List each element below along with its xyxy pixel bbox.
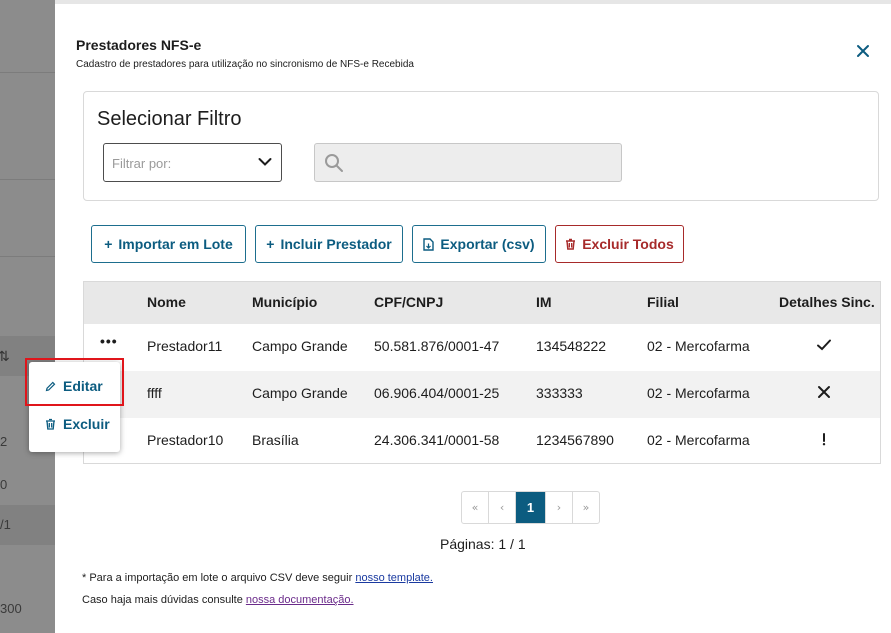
last-page-button[interactable]: » xyxy=(573,492,599,523)
table-header: Nome Município CPF/CNPJ IM Filial Detalh… xyxy=(84,282,880,324)
panel-title: Prestadores NFS-e xyxy=(76,37,202,53)
background-divider xyxy=(0,72,55,73)
background-cell: 300 xyxy=(0,601,22,616)
trash-icon xyxy=(566,238,576,250)
footer-note-docs-text: Caso haja mais dúvidas consulte xyxy=(82,594,243,606)
filter-section: Selecionar Filtro Filtrar por: xyxy=(83,91,879,201)
edit-menu-item[interactable]: Editar xyxy=(29,368,120,404)
pages-summary: Páginas: 1 / 1 xyxy=(440,536,526,552)
footer-note-template-text: * Para a importação em lote o arquivo CS… xyxy=(82,572,353,584)
include-provider-button[interactable]: + Incluir Prestador xyxy=(255,225,403,263)
file-export-icon xyxy=(423,237,435,251)
filter-title: Selecionar Filtro xyxy=(97,108,242,130)
column-header-detalhes-sinc[interactable]: Detalhes Sinc. xyxy=(779,294,875,310)
page-button-current[interactable]: 1 xyxy=(516,492,546,523)
cell-im: 333333 xyxy=(536,385,583,401)
prev-page-button[interactable]: ‹ xyxy=(489,492,517,523)
table-row: ffff Campo Grande 06.906.404/0001-25 333… xyxy=(84,371,880,418)
first-page-button[interactable]: « xyxy=(462,492,490,523)
cell-cpf-cnpj: 24.306.341/0001-58 xyxy=(374,432,500,448)
chevron-down-icon xyxy=(258,158,272,166)
footer-note-docs: Caso haja mais dúvidas consulte nossa do… xyxy=(82,594,354,606)
pencil-icon xyxy=(45,381,56,391)
next-page-button[interactable]: › xyxy=(546,492,573,523)
plus-icon: + xyxy=(266,236,275,252)
cell-nome: Prestador11 xyxy=(147,338,223,354)
close-icon[interactable] xyxy=(854,42,872,60)
check-icon xyxy=(815,337,833,355)
column-header-municipio[interactable]: Município xyxy=(252,294,317,310)
delete-label: Excluir xyxy=(63,416,110,432)
filter-select[interactable]: Filtrar por: xyxy=(103,143,282,182)
include-provider-label: Incluir Prestador xyxy=(280,236,392,252)
documentation-link[interactable]: nossa documentação. xyxy=(246,594,354,606)
table-row: Prestador10 Brasília 24.306.341/0001-58 … xyxy=(84,418,880,463)
export-csv-button[interactable]: Exportar (csv) xyxy=(412,225,546,263)
background-page: ⇅ 2 0 /1 300 xyxy=(0,0,55,633)
background-cell: 2 xyxy=(0,434,8,449)
delete-menu-item[interactable]: Excluir xyxy=(29,406,120,442)
background-divider xyxy=(0,256,55,257)
cell-filial: 02 - Mercofarma xyxy=(647,432,750,448)
cell-cpf-cnpj: 06.906.404/0001-25 xyxy=(374,385,500,401)
cell-nome: Prestador10 xyxy=(147,432,224,448)
row-actions-button[interactable]: ••• xyxy=(100,333,118,349)
column-header-filial[interactable]: Filial xyxy=(647,294,679,310)
search-icon xyxy=(325,154,343,172)
trash-icon xyxy=(46,418,55,430)
table-row: ••• Prestador11 Campo Grande 50.581.876/… xyxy=(84,324,880,371)
cell-im: 134548222 xyxy=(536,338,607,354)
background-divider xyxy=(0,179,55,180)
providers-table: Nome Município CPF/CNPJ IM Filial Detalh… xyxy=(83,281,881,464)
cell-cpf-cnpj: 50.581.876/0001-47 xyxy=(374,338,500,354)
close-x-icon xyxy=(815,384,833,402)
cell-municipio: Campo Grande xyxy=(252,338,348,354)
background-cell: 0 xyxy=(0,477,8,492)
column-header-im[interactable]: IM xyxy=(536,294,552,310)
filter-select-placeholder: Filtrar por: xyxy=(112,156,172,171)
import-batch-button[interactable]: + Importar em Lote xyxy=(91,225,246,263)
export-csv-label: Exportar (csv) xyxy=(440,236,535,252)
delete-all-button[interactable]: Excluir Todos xyxy=(555,225,684,263)
template-link[interactable]: nosso template. xyxy=(355,572,433,584)
column-header-nome[interactable]: Nome xyxy=(147,294,186,310)
background-cell: /1 xyxy=(0,517,11,532)
delete-all-label: Excluir Todos xyxy=(582,236,674,252)
cell-im: 1234567890 xyxy=(536,432,614,448)
row-actions-menu: Editar Excluir xyxy=(29,362,120,452)
cell-municipio: Campo Grande xyxy=(252,385,348,401)
column-header-cpf-cnpj[interactable]: CPF/CNPJ xyxy=(374,294,443,310)
exclamation-icon xyxy=(815,431,833,449)
cell-nome: ffff xyxy=(147,385,162,401)
edit-label: Editar xyxy=(63,378,103,394)
plus-icon: + xyxy=(104,236,113,252)
sort-icon: ⇅ xyxy=(0,349,10,365)
cell-filial: 02 - Mercofarma xyxy=(647,338,750,354)
search-input[interactable] xyxy=(314,143,622,182)
cell-filial: 02 - Mercofarma xyxy=(647,385,750,401)
footer-note-template: * Para a importação em lote o arquivo CS… xyxy=(82,572,433,584)
cell-municipio: Brasília xyxy=(252,432,299,448)
pagination: « ‹ 1 › » xyxy=(461,491,600,524)
panel-subtitle: Cadastro de prestadores para utilização … xyxy=(76,59,414,70)
import-batch-label: Importar em Lote xyxy=(118,236,233,252)
